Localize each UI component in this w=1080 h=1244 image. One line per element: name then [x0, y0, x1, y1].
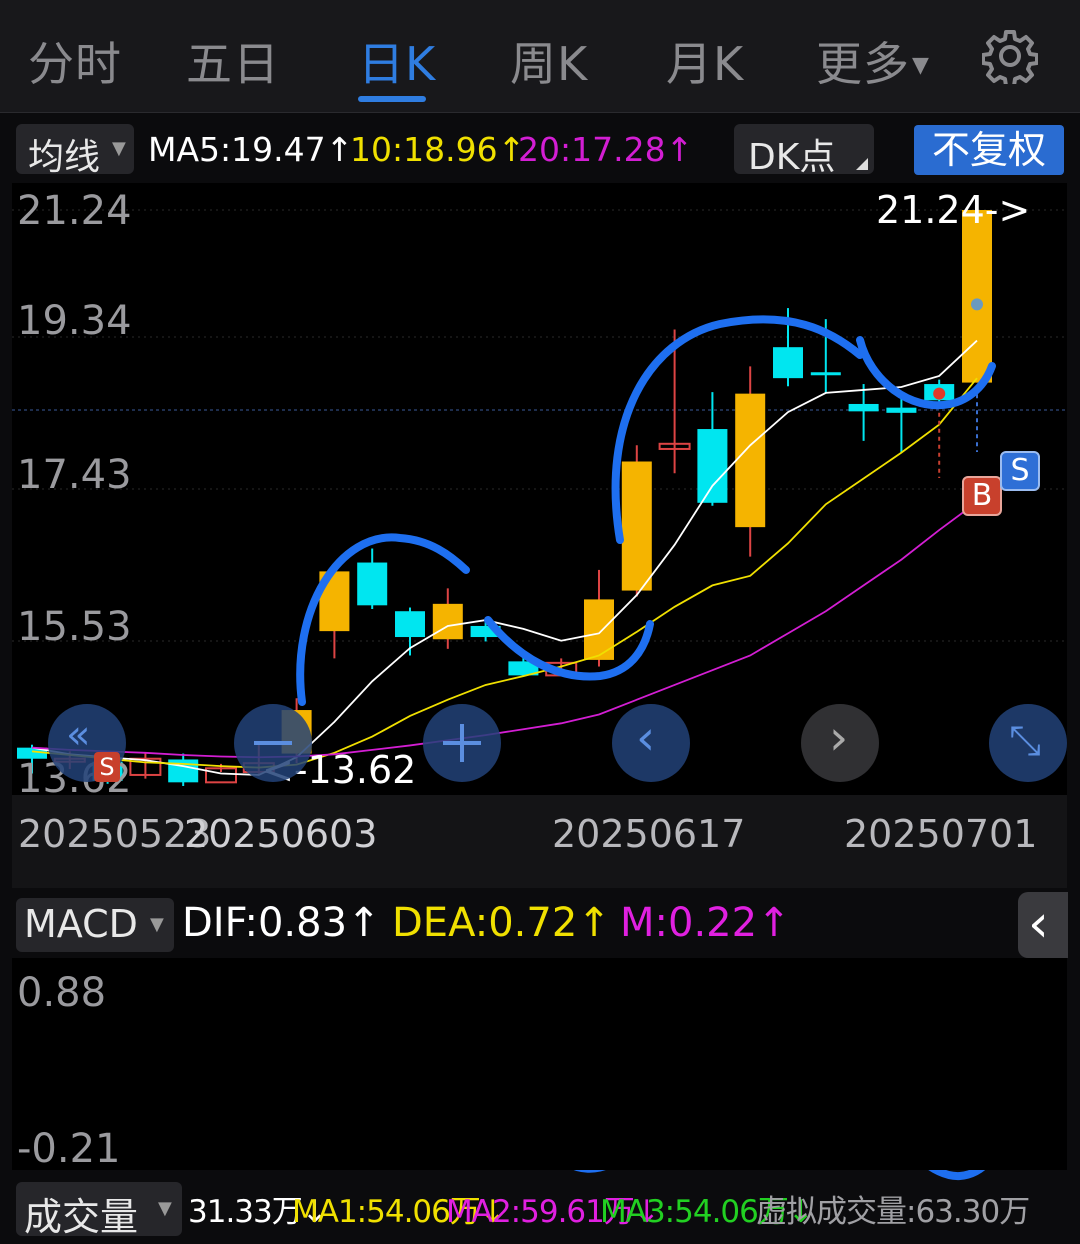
zoom-out-button[interactable] — [234, 704, 312, 782]
macd-selector[interactable]: MACD ▼ — [16, 898, 174, 952]
caret-down-icon: ▼ — [150, 914, 164, 935]
high-price-label: 21.24-> — [876, 188, 1031, 232]
macd-tick: 0.88 — [17, 970, 107, 1016]
price-tick: 17.43 — [17, 452, 132, 498]
up-arrow-icon: ↑ — [757, 900, 791, 946]
candle-body — [357, 562, 388, 606]
date-tick: 20250701 — [844, 812, 1038, 856]
candle-body — [810, 372, 841, 376]
caret-down-icon: ▼ — [158, 1198, 172, 1219]
candle-body — [773, 347, 803, 379]
dea-text: DEA:0.72 — [392, 900, 578, 946]
date-tick: 20250617 — [552, 812, 746, 856]
chevron-left-icon: ‹ — [636, 710, 656, 766]
candle-body — [395, 611, 425, 638]
sell-signal-marker[interactable]: S — [1000, 451, 1040, 491]
price-dot — [933, 387, 946, 400]
price-tick: 21.24 — [17, 188, 132, 234]
date-tick: 20250523 — [18, 812, 212, 856]
minus-icon — [254, 741, 292, 745]
candle-body — [697, 429, 728, 503]
zoom-in-button[interactable] — [423, 704, 501, 782]
sell-signal-small: S — [94, 752, 120, 782]
next-button[interactable]: › — [801, 704, 879, 782]
price-tick: 15.53 — [17, 604, 132, 650]
virtual-volume: 虚拟成交量:63.30万 — [756, 1194, 1030, 1230]
previous-button[interactable]: ‹ — [612, 704, 690, 782]
macd-dif: DIF:0.83↑ — [182, 900, 381, 946]
macd-selector-label: MACD — [24, 902, 138, 946]
macd-dea: DEA:0.72↑ — [392, 900, 611, 946]
price-dot — [971, 298, 983, 311]
expand-icon: ⤡ — [1009, 718, 1041, 764]
volume-selector-label: 成交量 — [24, 1195, 139, 1239]
m-text: M:0.22 — [620, 900, 758, 946]
candle-body — [735, 393, 766, 528]
buy-signal-marker[interactable]: B — [962, 476, 1002, 516]
fullscreen-button[interactable]: ⤡ — [989, 704, 1067, 782]
dif-text: DIF:0.83 — [182, 900, 348, 946]
candle-body — [584, 599, 614, 660]
candle-body — [962, 210, 992, 383]
volume-selector[interactable]: 成交量 ▼ — [16, 1182, 182, 1239]
chevron-left-icon: ‹ — [1028, 894, 1049, 954]
candle-body — [848, 403, 879, 412]
collapse-panel-button[interactable]: ‹ — [1018, 892, 1068, 958]
up-arrow-icon: ↑ — [577, 900, 611, 946]
double-chevron-left-icon: « — [66, 712, 91, 758]
macd-chart[interactable] — [12, 958, 1067, 1170]
candle-body — [886, 407, 917, 413]
macd-tick: -0.21 — [17, 1126, 121, 1172]
macd-m: M:0.22↑ — [620, 900, 791, 946]
date-tick: 20250603 — [184, 812, 378, 856]
candle-body — [432, 603, 463, 640]
price-tick: 19.34 — [17, 298, 132, 344]
candle-body — [621, 461, 652, 591]
volume-text: 31.33万 — [188, 1194, 303, 1230]
plus-icon-vertical — [460, 724, 464, 762]
up-arrow-icon: ↑ — [347, 900, 381, 946]
chevron-right-icon: › — [829, 710, 849, 766]
